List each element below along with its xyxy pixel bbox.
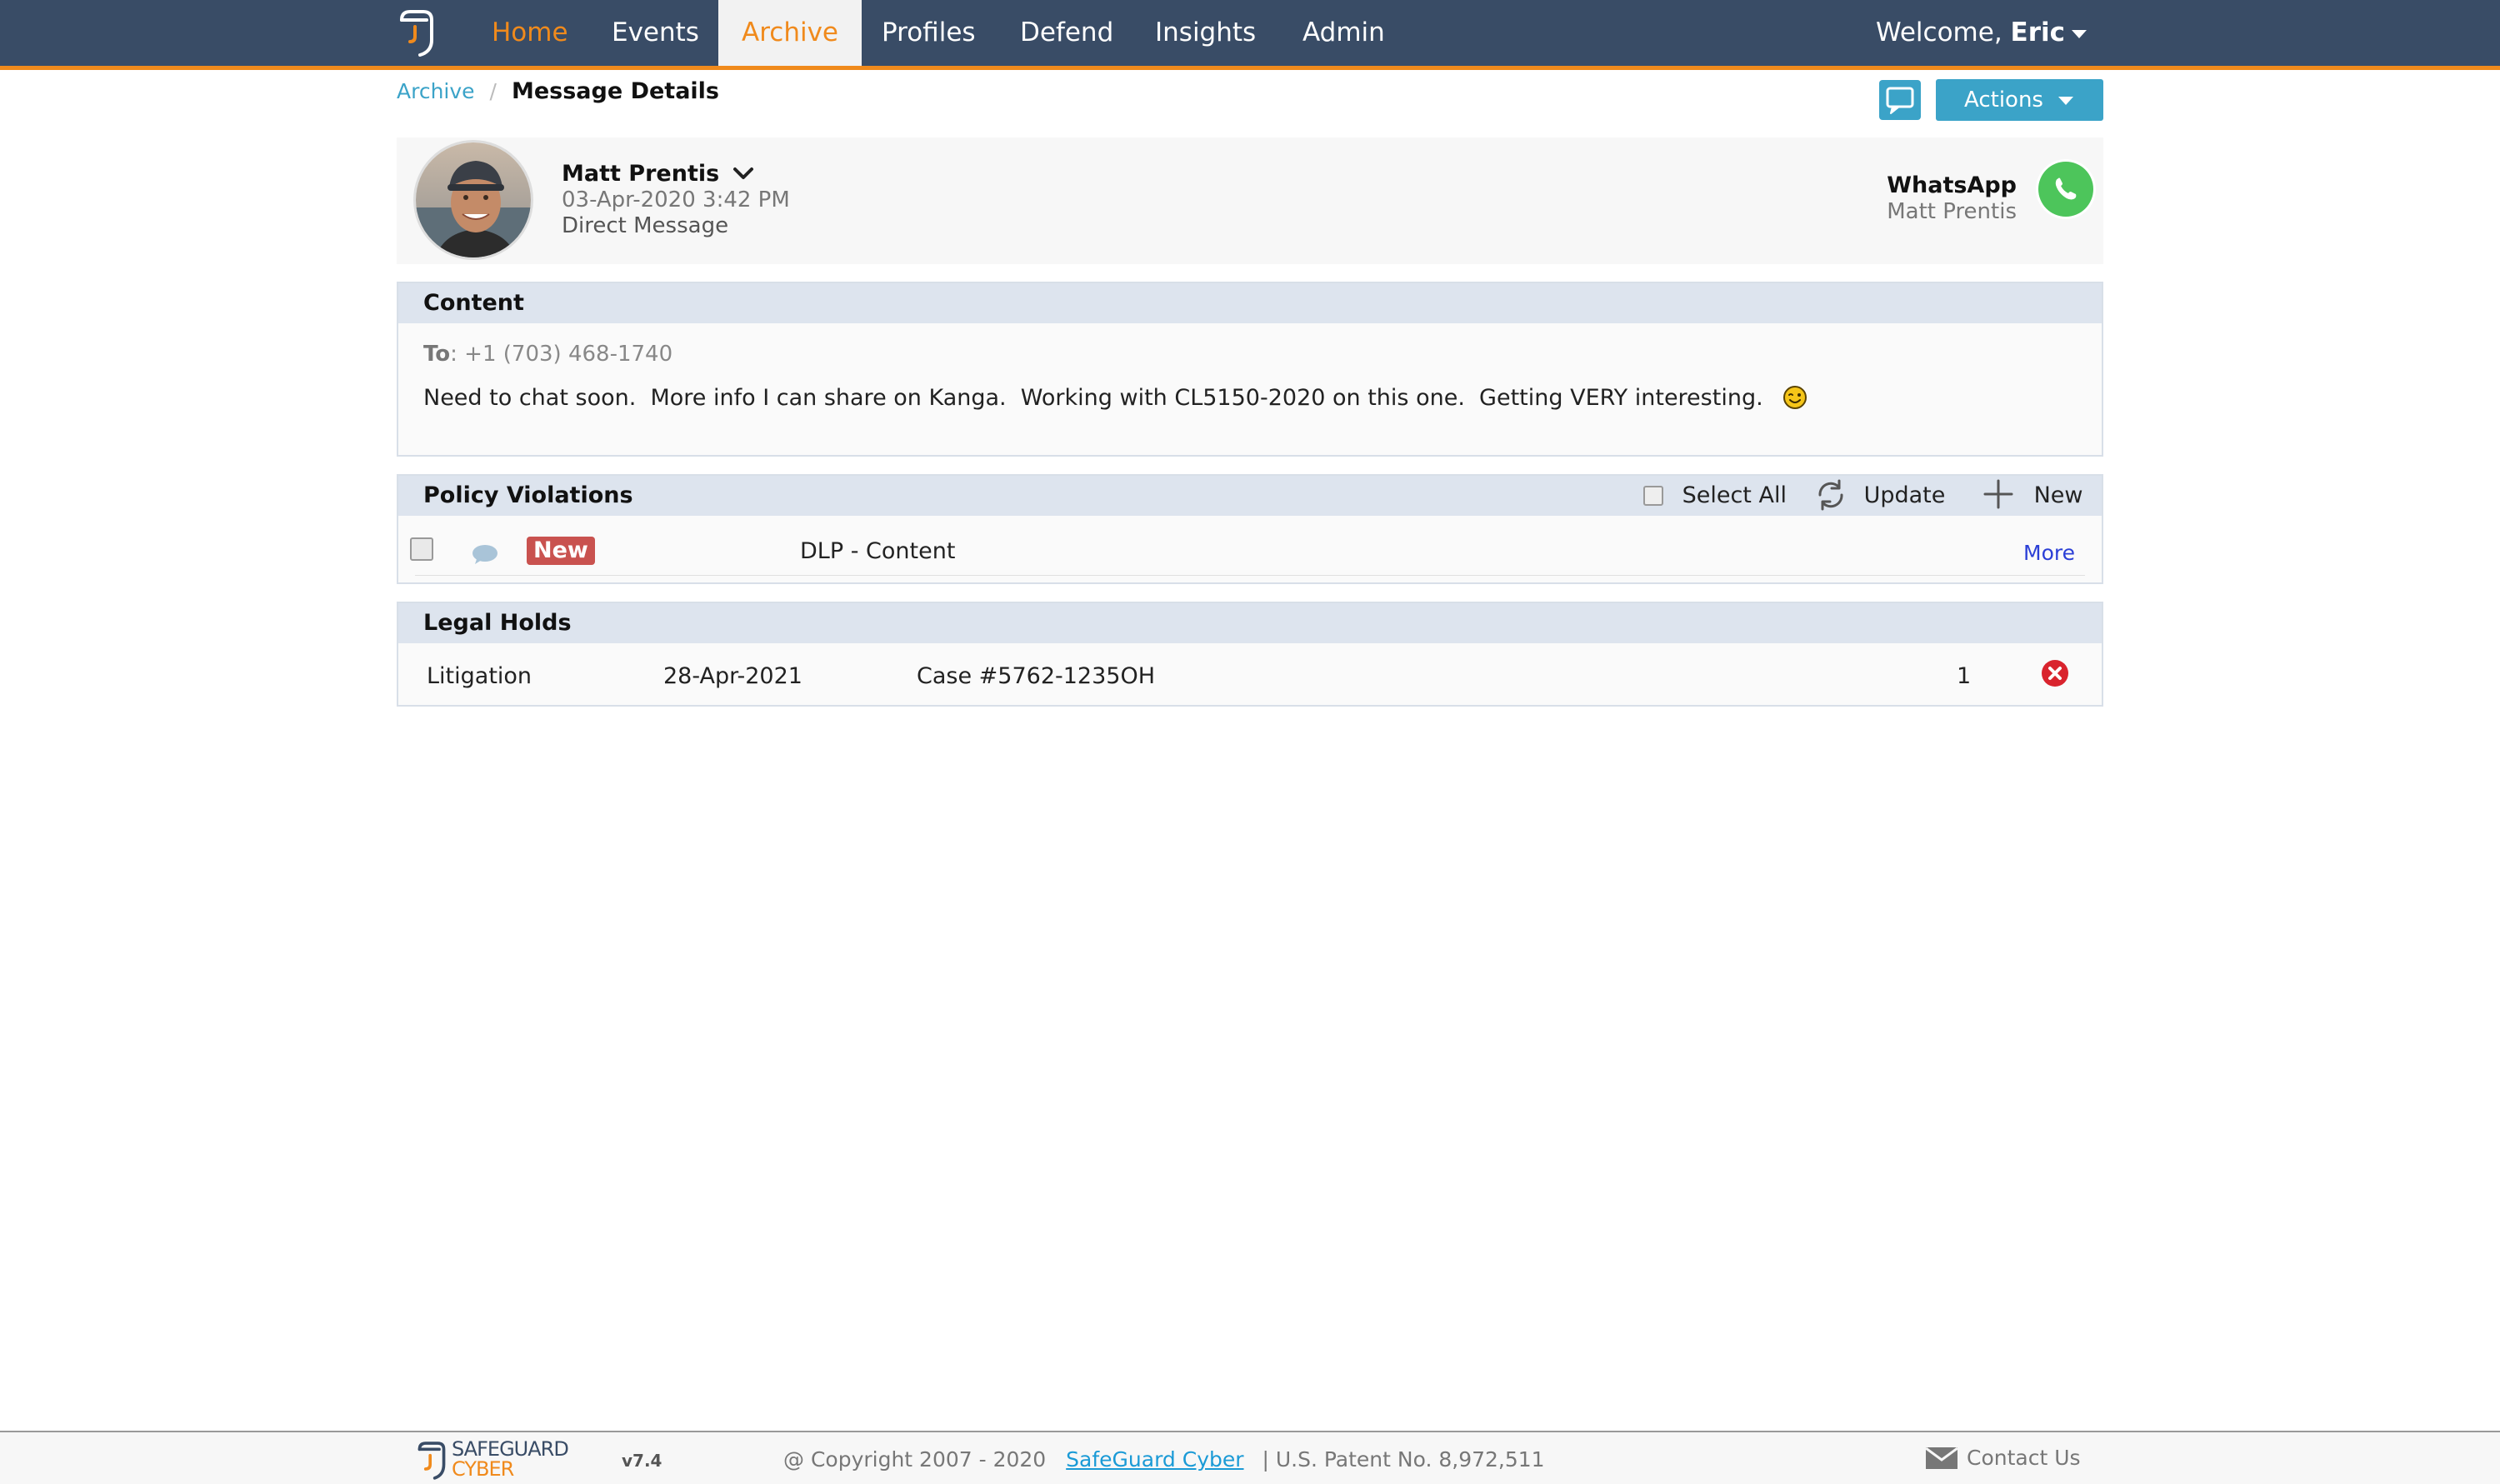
nav-home[interactable]: Home [468, 0, 592, 66]
user-menu[interactable]: Welcome, Eric [1876, 0, 2087, 66]
content-heading: Content [398, 283, 2102, 323]
mail-icon [1925, 1447, 1958, 1469]
breadcrumb: Archive / Message Details [397, 78, 719, 104]
nav-insights[interactable]: Insights [1132, 0, 1279, 66]
nav-events[interactable]: Events [588, 0, 722, 66]
status-badge: New [527, 537, 595, 565]
nav-admin[interactable]: Admin [1279, 0, 1408, 66]
policy-violations-heading: Policy Violations [423, 482, 633, 508]
content-panel: Content To: +1 (703) 468-1740 Need to ch… [397, 282, 2103, 457]
safeguard-shield-icon [418, 1442, 446, 1480]
select-all-checkbox[interactable] [1643, 486, 1663, 506]
new-label: New [2033, 482, 2083, 508]
message-body: Need to chat soon. More info I can share… [423, 385, 1763, 411]
top-navbar: Home Events Archive Profiles Defend Insi… [0, 0, 2500, 70]
avatar-photo [416, 142, 531, 257]
logo-text-bottom: CYBER [452, 1457, 514, 1481]
chat-button[interactable] [1879, 80, 1921, 120]
hold-case: Case #5762-1235OH [917, 663, 1156, 689]
message-body-line: Need to chat soon. More info I can share… [423, 385, 1808, 411]
more-link[interactable]: More [2023, 541, 2075, 565]
safeguard-logo-icon[interactable] [397, 8, 437, 60]
nav-archive[interactable]: Archive [718, 0, 862, 66]
page-title: Message Details [511, 78, 719, 104]
chevron-down-icon [2058, 96, 2073, 105]
actions-label: Actions [1964, 87, 2043, 112]
avatar[interactable] [413, 140, 533, 260]
hold-type: Litigation [427, 663, 532, 689]
whatsapp-icon [2036, 159, 2096, 219]
update-button[interactable]: Update [1812, 476, 1945, 516]
winking-emoji-icon [1782, 386, 1807, 409]
legal-holds-heading: Legal Holds [398, 603, 2102, 643]
breadcrumb-archive-link[interactable]: Archive [397, 79, 475, 103]
chevron-down-icon[interactable] [732, 166, 755, 182]
welcome-text: Welcome, [1876, 17, 2011, 47]
refresh-icon [1818, 479, 1843, 511]
contact-us-link[interactable]: Contact Us [1925, 1446, 2081, 1470]
copyright-text: @ Copyright 2007 - 2020 [783, 1447, 1047, 1472]
message-timestamp: 03-Apr-2020 3:42 PM [562, 187, 790, 212]
patent-text: | U.S. Patent No. 8,972,511 [1262, 1447, 1545, 1472]
breadcrumb-separator: / [489, 79, 497, 103]
hold-date: 28-Apr-2021 [663, 663, 802, 689]
legal-holds-panel: Legal Holds Litigation 28-Apr-2021 Case … [397, 602, 2103, 707]
contact-us-label: Contact Us [1967, 1446, 2081, 1470]
plus-icon [1983, 479, 2013, 509]
hold-count: 1 [1957, 663, 1972, 689]
policy-violations-panel: Policy Violations Select All Update New [397, 474, 2103, 584]
select-all-control[interactable]: Select All [1643, 476, 1787, 516]
chat-bubble-icon [1886, 87, 1914, 114]
policy-violations-header: Policy Violations Select All Update New [398, 476, 2102, 516]
comment-icon[interactable] [472, 544, 498, 564]
row-checkbox[interactable] [410, 537, 433, 561]
row-divider [415, 575, 2085, 576]
safeguard-cyber-logo[interactable]: SAFEGUARD CYBER [415, 1437, 590, 1482]
update-label: Update [1863, 482, 1946, 508]
select-all-label: Select All [1682, 482, 1787, 508]
actions-dropdown-button[interactable]: Actions [1936, 79, 2103, 121]
table-row: Litigation 28-Apr-2021 Case #5762-1235OH… [398, 643, 2102, 705]
remove-hold-icon[interactable] [2040, 658, 2070, 688]
platform-name: WhatsApp [1887, 172, 2017, 198]
user-name: Eric [2010, 17, 2065, 47]
to-label: To [423, 342, 451, 367]
copyright-line: @ Copyright 2007 - 2020 SafeGuard Cyber … [783, 1447, 1545, 1472]
platform-user: Matt Prentis [1887, 199, 2017, 224]
new-violation-button[interactable]: New [1982, 476, 2083, 516]
message-header: Matt Prentis 03-Apr-2020 3:42 PM Direct … [397, 137, 2103, 264]
recipient-line: To: +1 (703) 468-1740 [423, 342, 672, 367]
app-version: v7.4 [622, 1451, 662, 1471]
nav-profiles[interactable]: Profiles [858, 0, 999, 66]
recipient-number: : +1 (703) 468-1740 [450, 342, 673, 367]
policy-name: DLP - Content [800, 538, 956, 564]
sender-name[interactable]: Matt Prentis [562, 161, 719, 187]
nav-defend[interactable]: Defend [997, 0, 1137, 66]
company-link[interactable]: SafeGuard Cyber [1066, 1447, 1243, 1472]
table-row: New DLP - Content More [398, 516, 2102, 582]
footer: SAFEGUARD CYBER v7.4 @ Copyright 2007 - … [0, 1431, 2500, 1484]
message-type: Direct Message [562, 213, 729, 238]
chevron-down-icon [2072, 29, 2087, 38]
